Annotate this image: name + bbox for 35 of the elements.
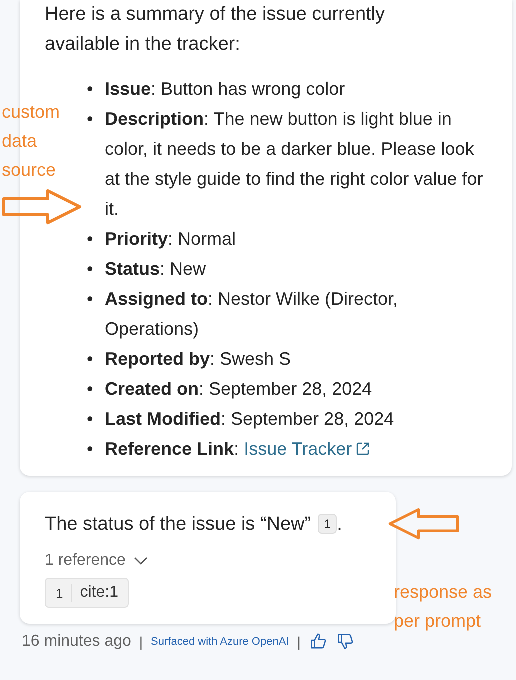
list-item-text: Status: New [105,258,208,281]
separator: | [139,634,144,650]
bullet: • [87,108,94,131]
bullet: • [87,288,94,311]
surfaced-label: Surfaced with Azure OpenAI [151,636,290,648]
bullet: • [87,258,94,281]
chevron-down-icon [134,557,148,565]
timestamp: 16 minutes ago [22,632,132,650]
thumbs-up-icon[interactable] [308,632,328,651]
references-toggle[interactable]: 1 reference [45,552,148,570]
list-item-text: Last Modified: September 28, 2024 [105,408,396,431]
bullet: • [87,378,94,401]
reference-chip[interactable]: 1 cite:1 [45,578,130,608]
thumbs-down-icon[interactable] [336,632,355,651]
separator: | [297,634,301,650]
list-item-text: Assigned to: Nestor Wilke (Director, Operations) [105,288,400,341]
bullet: • [87,228,94,251]
answer-text: The status of the issue is “New” 1 . [45,513,344,537]
intro-text: Here is a summary of the issue currently available in the tracker: [45,3,386,57]
annotation-label: response as per prompt [394,581,494,633]
bullet: • [87,78,94,101]
citation-badge[interactable]: 1 [318,514,338,534]
list-item-text: Issue: Button has wrong color [105,78,346,101]
issue-tracker-link[interactable]: Issue Tracker [244,434,352,464]
list-item-text: Description: The new button is light blue in color, it needs to be a darker blue. Please look at the style guide to find the right color value for it. [105,108,484,221]
bullet: • [87,348,94,371]
list-item-text: Reported by: Swesh S [105,348,292,371]
external-link-icon[interactable] [355,441,372,457]
list-item-text: Reference Link: [105,438,240,461]
list-item-text: Created on: September 28, 2024 [105,378,374,401]
bullet: • [87,438,94,461]
right-arrow-icon [2,189,82,225]
annotation-label: custom data source [2,101,62,182]
list-item-text: Priority: Normal [105,228,238,251]
bullet: • [87,408,94,431]
